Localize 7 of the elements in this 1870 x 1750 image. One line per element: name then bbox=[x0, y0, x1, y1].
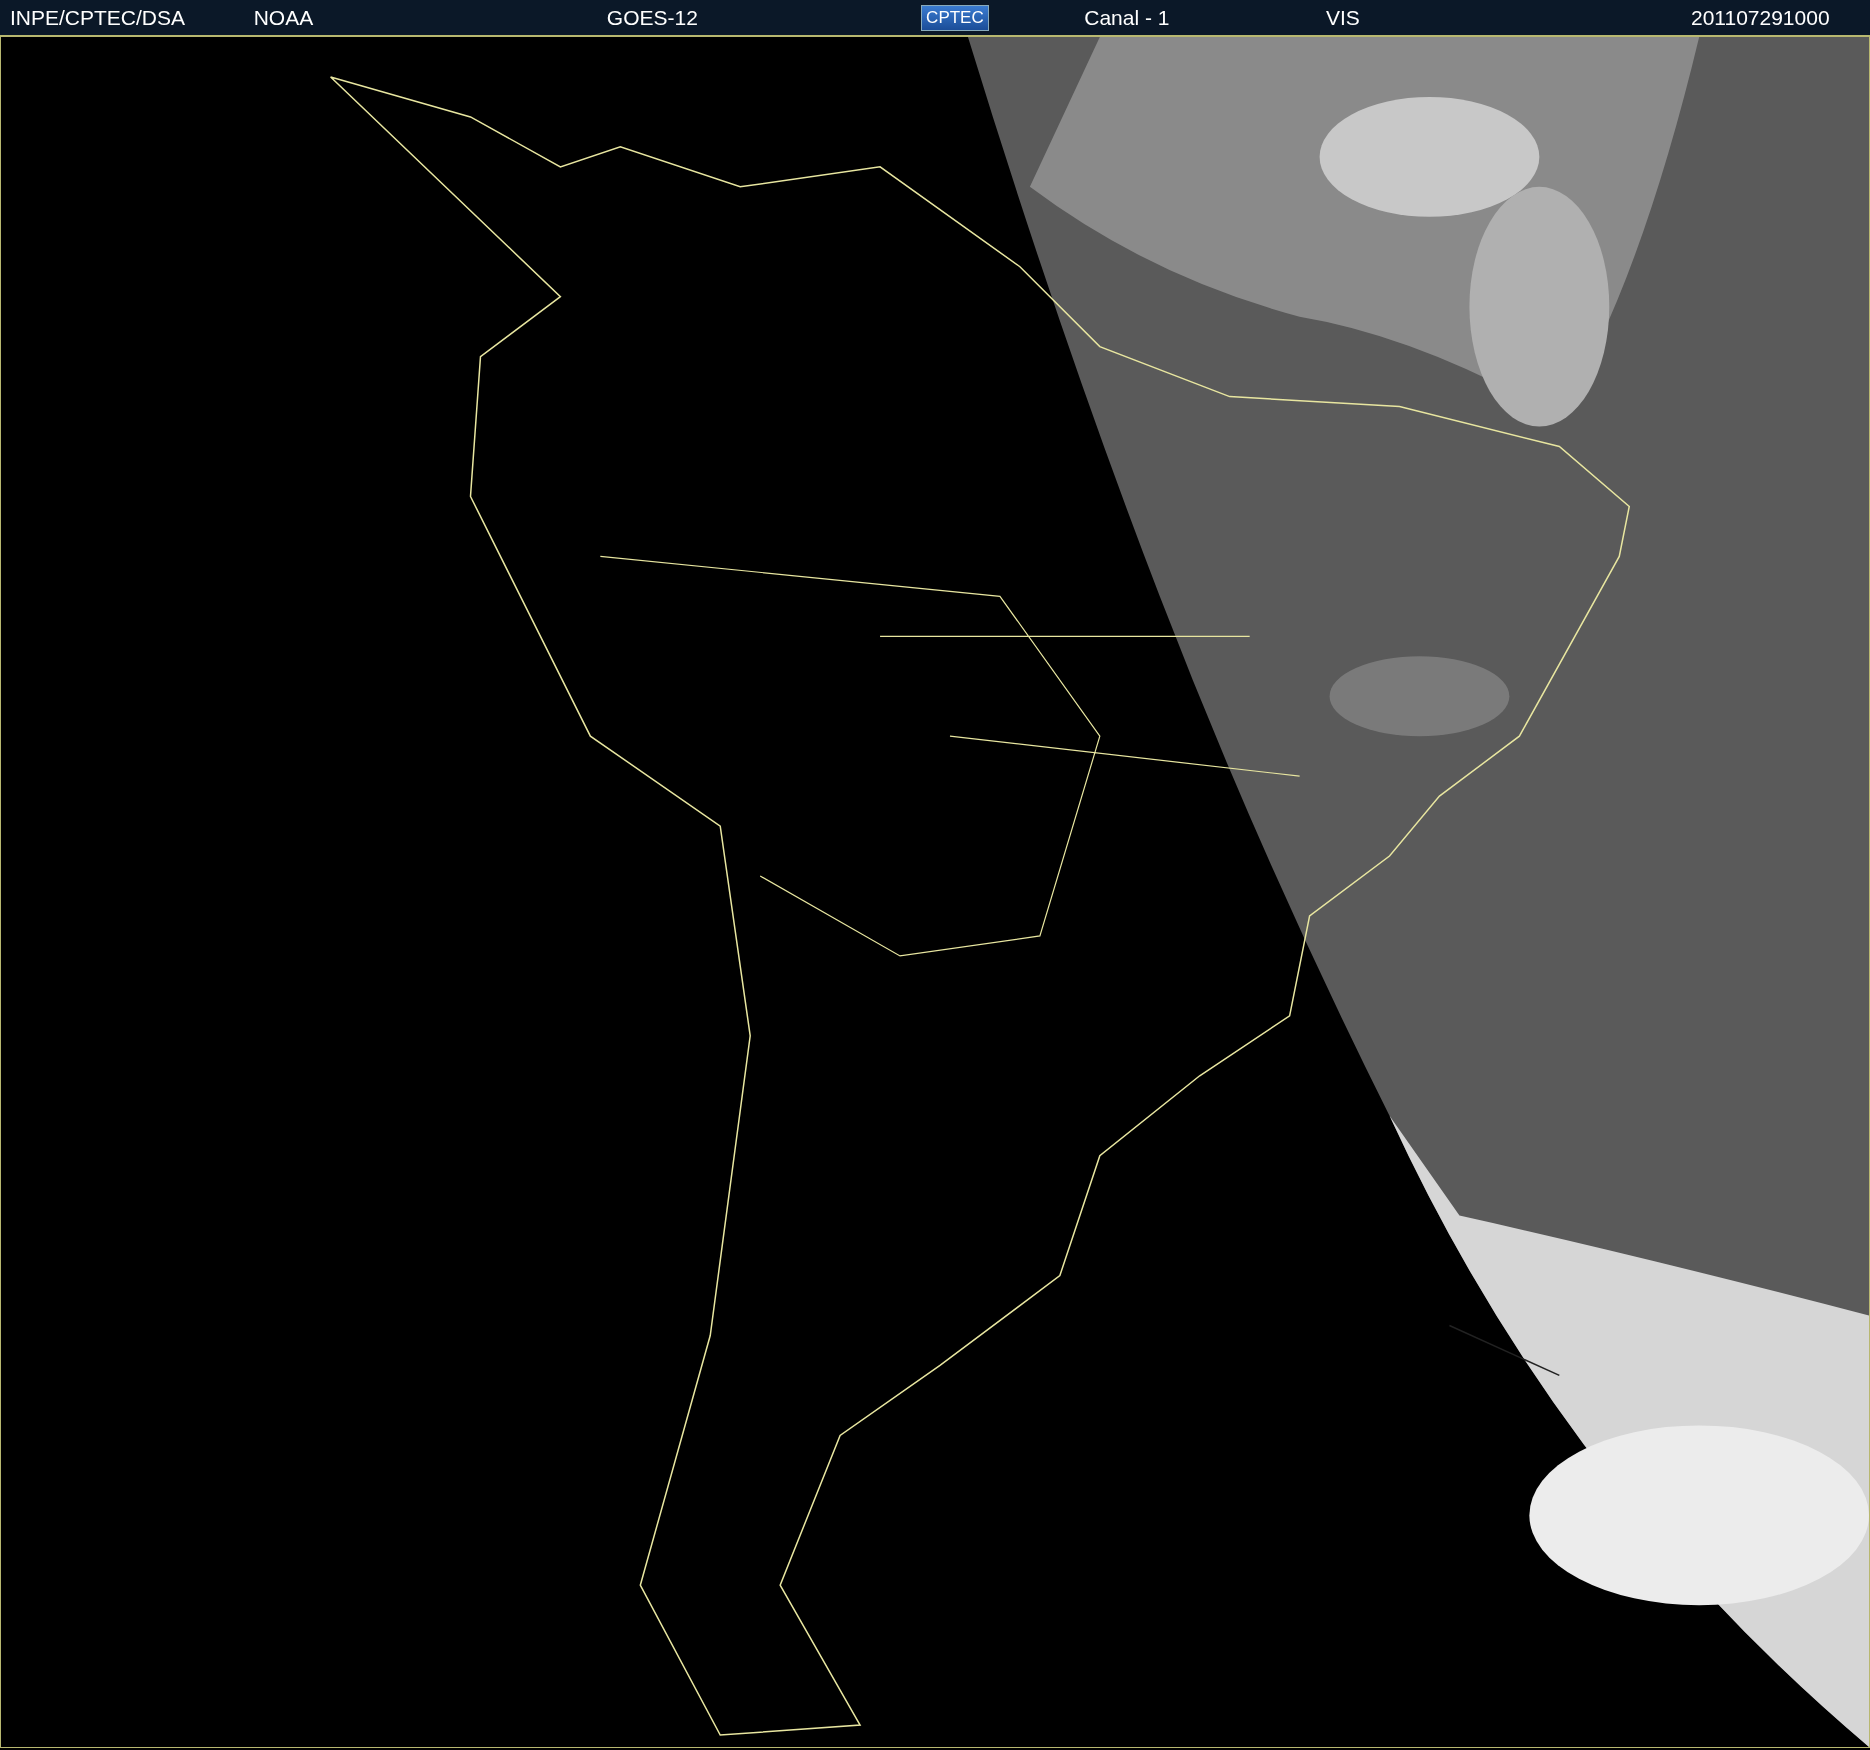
header-label: 201107291000 bbox=[1690, 5, 1830, 30]
header-label: GOES-12 bbox=[606, 5, 698, 30]
header-label: INPE/CPTEC/DSA bbox=[10, 5, 186, 30]
logo: CPTEC bbox=[921, 4, 989, 31]
header-label: NOAA bbox=[253, 5, 314, 30]
header-label: Canal - 1 bbox=[1084, 5, 1170, 30]
header-label: VIS bbox=[1325, 5, 1360, 30]
